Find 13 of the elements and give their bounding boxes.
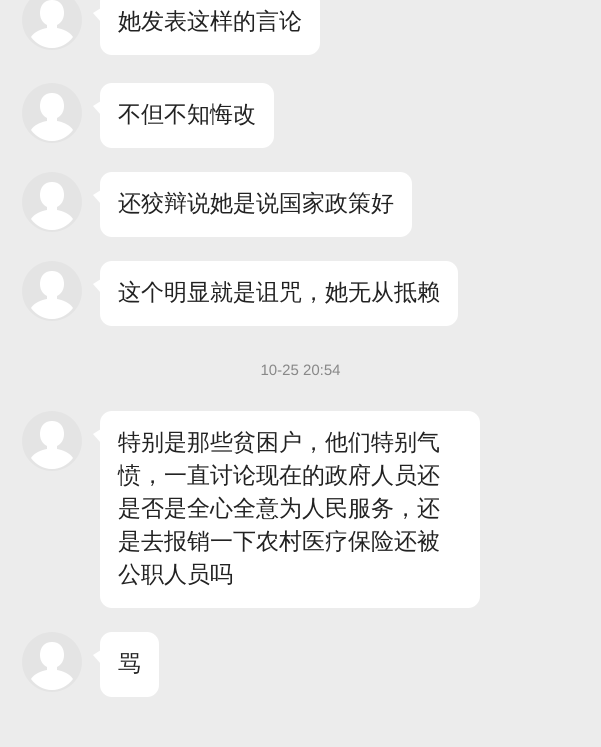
timestamp: 10-25 20:54 [260,361,341,381]
avatar-icon [22,261,82,321]
avatar-icon [22,410,82,470]
message-bubble: 不但不知悔改 [100,83,274,148]
message-bubble: 还狡辩说她是说国家政策好 [100,172,412,237]
avatar-icon [22,0,82,50]
message-bubble: 她发表这样的言论 [100,0,320,55]
message-bubble: 特别是那些贫困户，他们特别气愤，一直讨论现在的政府人员还是否是全心全意为人民服务，还是去报销一下农村医疗保险还被公职人员吗 [100,410,480,608]
avatar-icon [22,172,82,232]
avatar-icon [22,632,82,692]
avatar-icon [22,83,82,143]
message-bubble: 这个明显就是诅咒，她无从抵赖 [100,261,458,326]
message-bubble: 骂 [100,632,159,696]
